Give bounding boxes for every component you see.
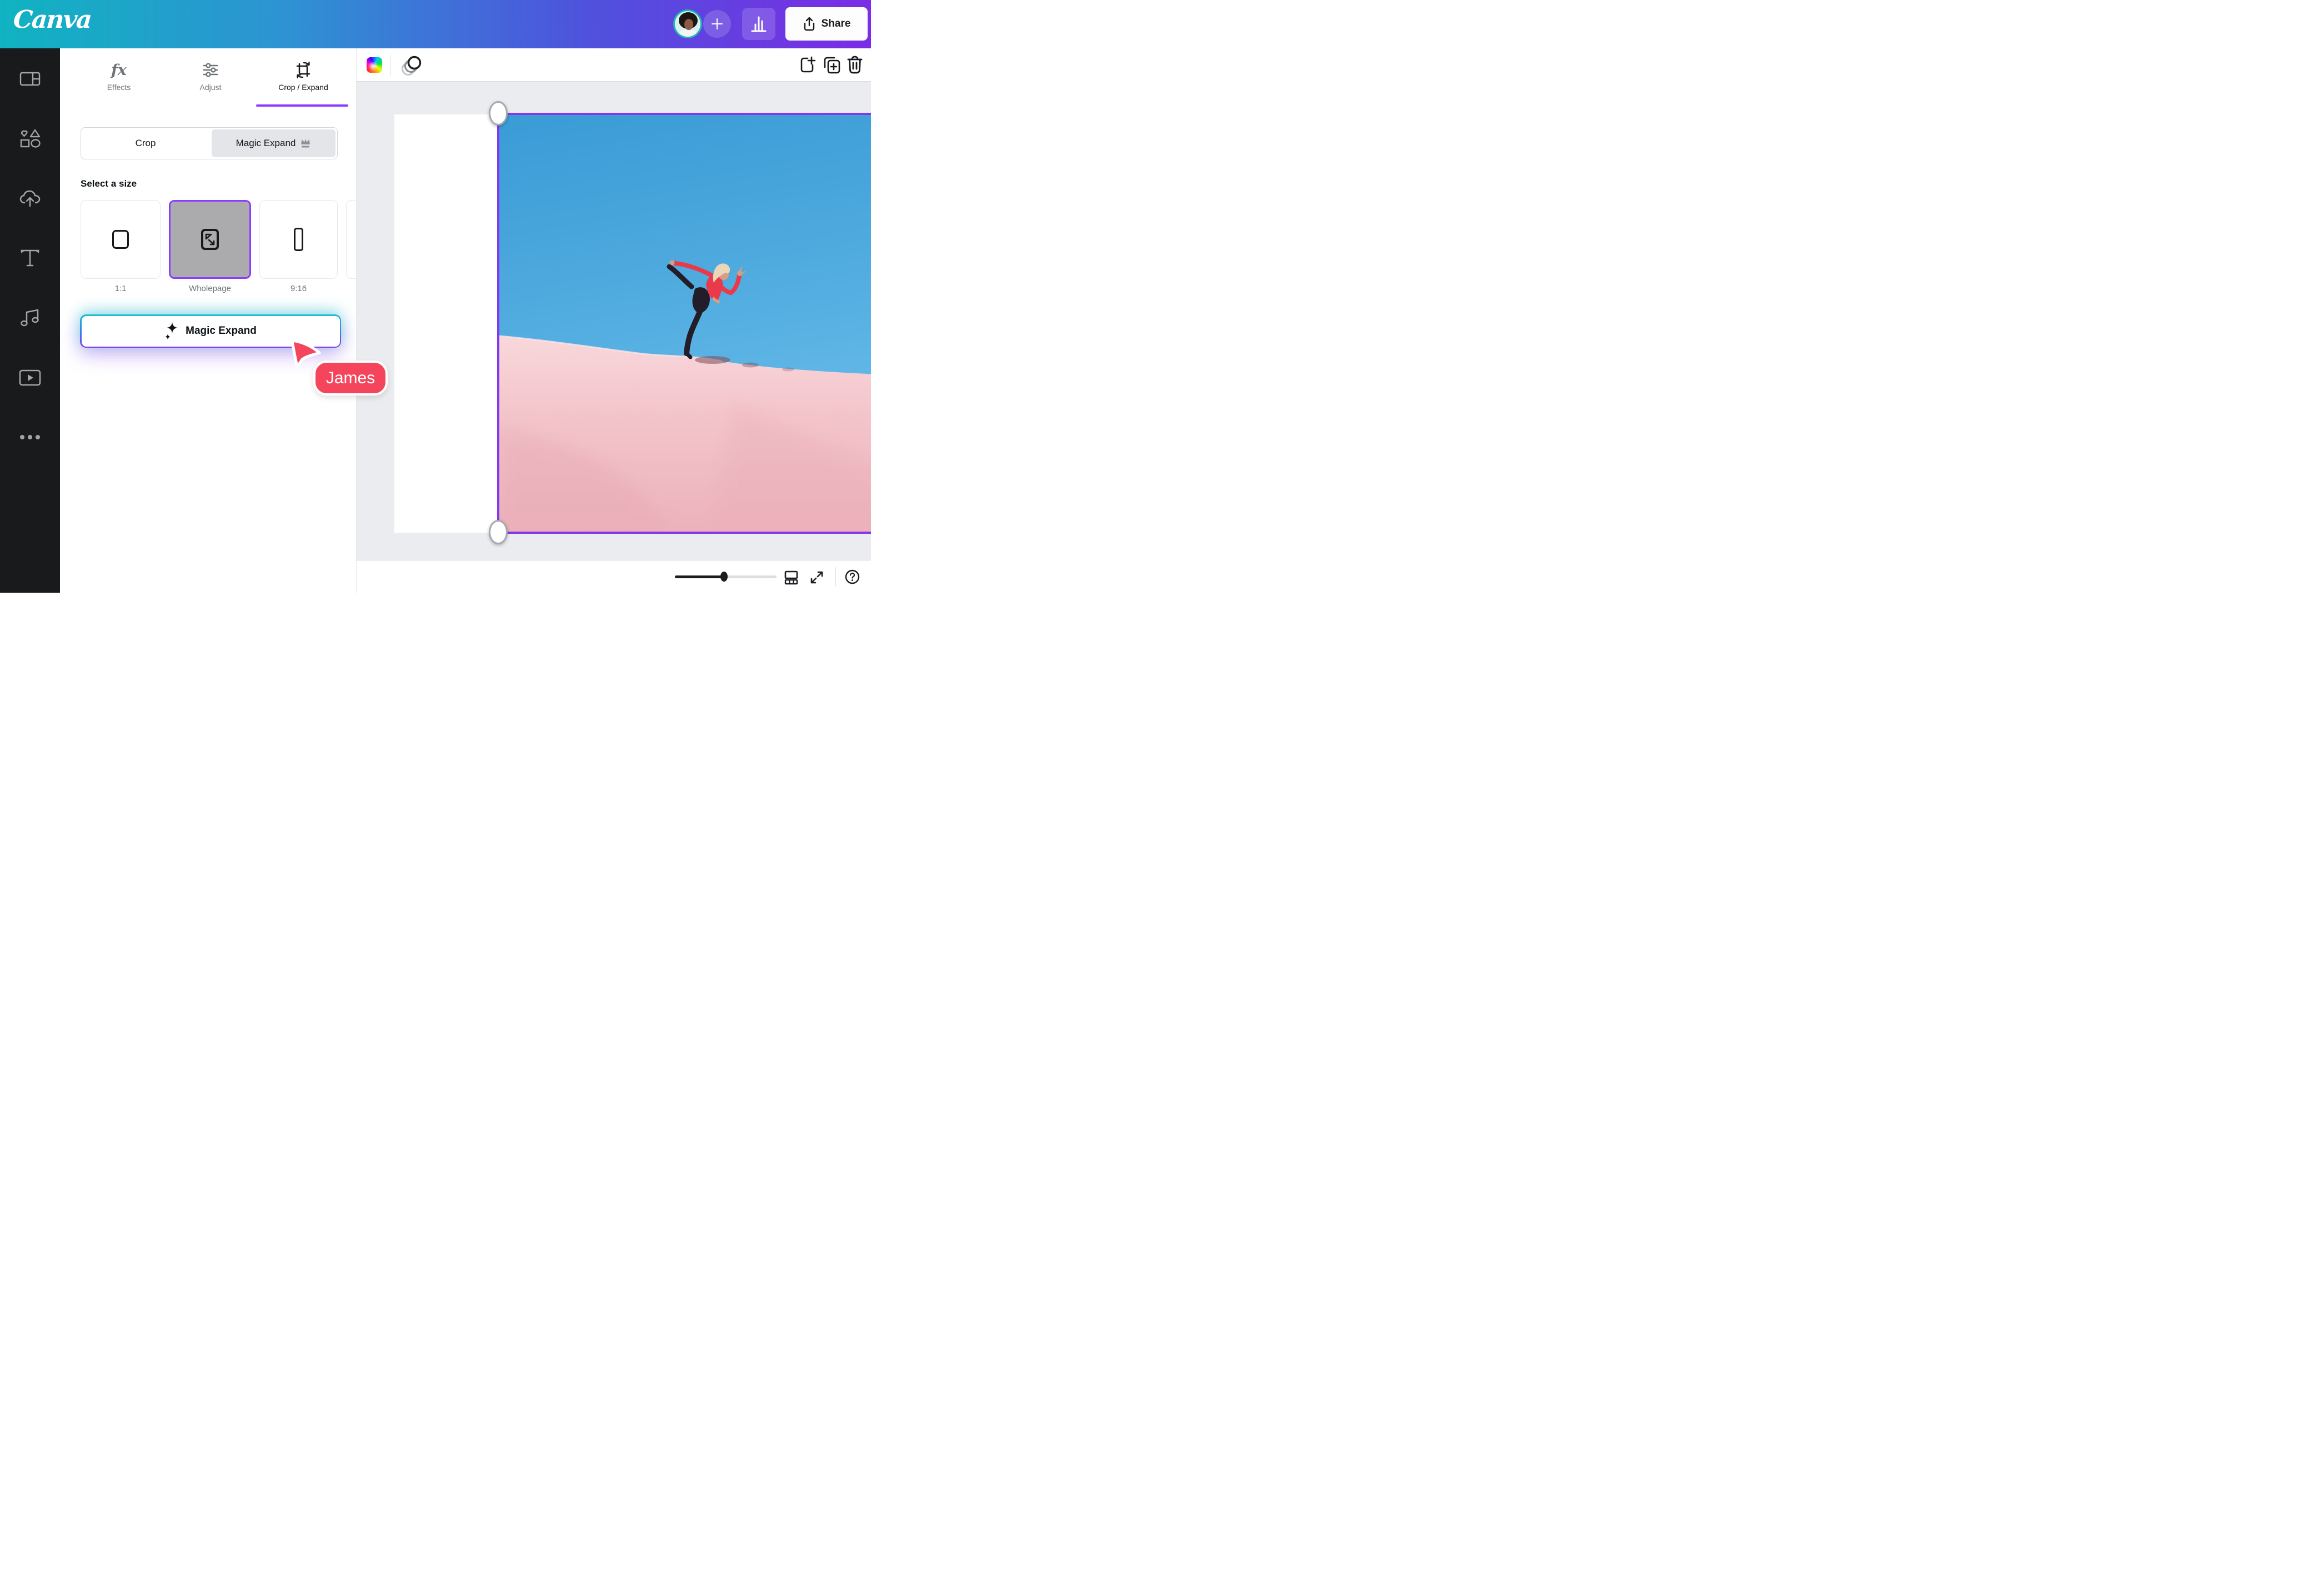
sparkles-icon (164, 322, 179, 341)
shapes-icon (19, 128, 41, 149)
tab-label: Crop / Expand (257, 83, 349, 92)
size-label: 1:1 (81, 284, 161, 293)
add-member-button[interactable] (703, 10, 731, 38)
help-icon[interactable] (845, 569, 860, 584)
add-page-icon[interactable] (800, 56, 817, 74)
music-note-icon (19, 308, 41, 327)
tab-label: Adjust (178, 83, 243, 92)
dune-and-figure (499, 115, 871, 532)
tab-label: Effects (87, 83, 151, 92)
zoom-slider-fill (675, 575, 724, 578)
share-upload-icon (803, 17, 816, 31)
video-icon (19, 369, 41, 386)
pages-view-icon[interactable] (784, 570, 798, 585)
delete-page-icon[interactable] (847, 56, 863, 74)
yoga-figure (669, 261, 745, 358)
ratio-1-1-icon (112, 230, 129, 249)
more-dots-icon (19, 434, 41, 440)
collaborator-name-badge: James (313, 361, 388, 395)
magic-expand-option-label: Magic Expand (236, 138, 296, 149)
fx-icon: fx (111, 62, 127, 79)
zoom-slider[interactable] (675, 575, 777, 578)
crop-mode-toggle: Crop Magic Expand (81, 127, 338, 159)
expand-page-icon (200, 228, 220, 251)
avatar[interactable] (673, 9, 702, 38)
canva-logo[interactable]: Canva (12, 6, 92, 34)
adjust-sliders-icon (202, 62, 219, 78)
plus-icon (710, 17, 724, 31)
size-label: 9:16 (259, 284, 338, 293)
ratio-9-16-icon (294, 228, 303, 251)
tab-crop-expand[interactable]: Crop / Expand (257, 61, 349, 92)
share-button[interactable]: Share (785, 7, 868, 41)
sidebar-item-elements[interactable] (14, 123, 46, 154)
size-option-1-1[interactable]: 1:1 (81, 200, 161, 293)
text-icon (19, 248, 41, 267)
canva-editor: Canva Share (0, 0, 871, 593)
size-option-wholepage[interactable]: Wholepage (169, 200, 251, 293)
tab-effects[interactable]: fx Effects (87, 61, 151, 92)
active-tab-indicator (256, 104, 348, 107)
fullscreen-icon[interactable] (809, 570, 824, 585)
size-options-row: 1:1 Wholepage 9:16 (81, 200, 357, 293)
sidebar-item-design[interactable] (14, 63, 46, 94)
zoom-slider-thumb[interactable] (720, 572, 728, 582)
cloud-upload-icon (19, 189, 41, 208)
duplicate-page-icon[interactable] (823, 56, 841, 74)
crown-icon (300, 138, 311, 148)
canvas-area (357, 48, 871, 593)
crop-handle-top[interactable] (489, 101, 508, 126)
sidebar-item-text[interactable] (14, 242, 46, 273)
size-option-partial[interactable] (346, 200, 357, 293)
avatar-shirt (679, 30, 697, 38)
avatar-face (684, 19, 693, 30)
size-label: Wholepage (169, 284, 251, 293)
size-option-9-16[interactable]: 9:16 (259, 200, 338, 293)
sidebar-item-videos[interactable] (14, 362, 46, 393)
crop-handle-bottom[interactable] (489, 520, 508, 544)
crop-rotate-icon (294, 61, 312, 79)
transparency-icon[interactable] (399, 53, 424, 77)
tab-adjust[interactable]: Adjust (178, 61, 243, 92)
selection-border-left (497, 113, 499, 534)
edit-panel: fx Effects Adjust (60, 48, 357, 593)
magic-expand-label: Magic Expand (186, 325, 257, 337)
sidebar (0, 48, 60, 593)
size-section-heading: Select a size (81, 178, 137, 189)
toggle-option-crop[interactable]: Crop (81, 128, 210, 159)
workspace (357, 82, 871, 560)
canvas-toolbar (357, 48, 871, 82)
design-icon (19, 69, 41, 88)
selection-border-top (497, 113, 871, 115)
sidebar-item-audio[interactable] (14, 302, 46, 333)
selected-photo[interactable] (499, 115, 871, 532)
bar-chart-icon (751, 15, 767, 33)
bottombar-divider (835, 567, 836, 586)
toggle-option-magic-expand[interactable]: Magic Expand (212, 129, 335, 157)
collaborator-name: James (326, 369, 375, 388)
canvas-bottom-bar (357, 560, 871, 593)
sidebar-item-uploads[interactable] (14, 183, 46, 214)
selection-border-bottom (497, 532, 871, 534)
share-label: Share (822, 18, 851, 30)
header-bar: Canva Share (0, 0, 871, 48)
insights-button[interactable] (742, 8, 775, 40)
crop-option-label: Crop (136, 138, 156, 149)
color-wheel-button[interactable] (367, 57, 382, 73)
sidebar-item-more[interactable] (14, 422, 46, 453)
